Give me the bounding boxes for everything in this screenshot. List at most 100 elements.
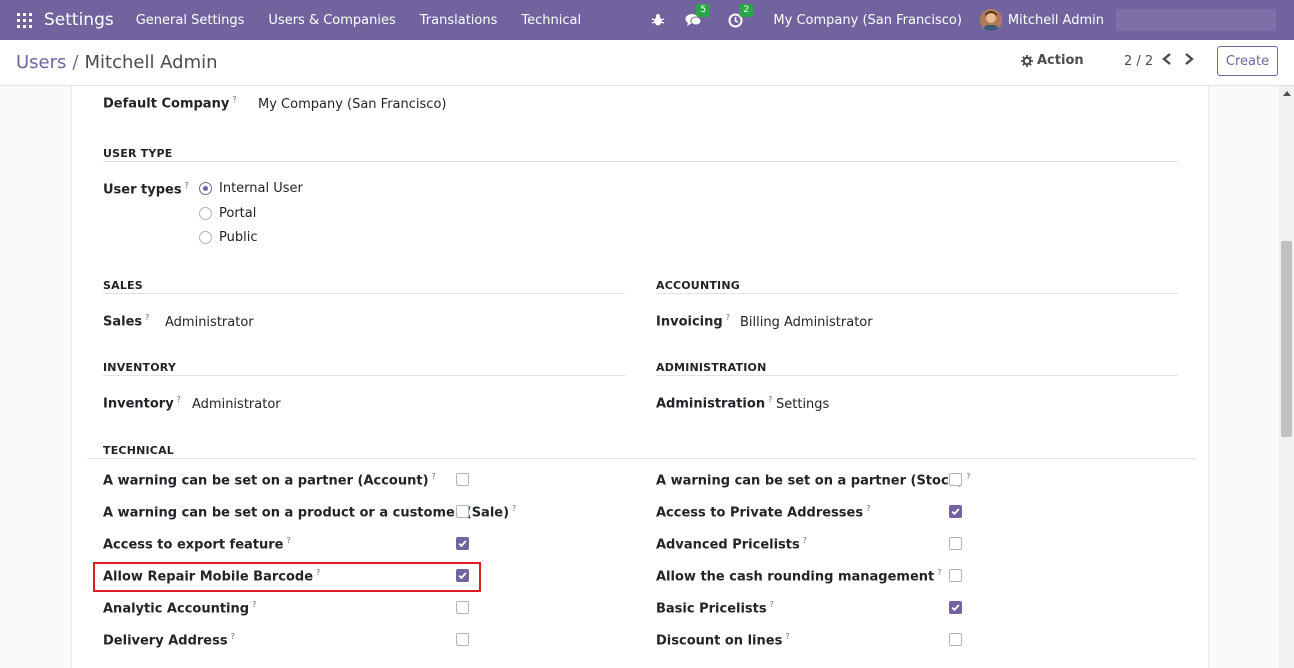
section-technical: TECHNICAL — [103, 444, 174, 457]
section-divider — [656, 375, 1178, 376]
checkbox-private-addresses[interactable] — [949, 505, 962, 518]
radio-button[interactable] — [199, 231, 212, 244]
help-tooltip-icon[interactable]: ? — [185, 181, 189, 190]
technical-option-label: Access to Private Addresses? — [656, 504, 870, 520]
help-tooltip-icon[interactable]: ? — [937, 568, 941, 577]
scrollbar-thumb[interactable] — [1281, 241, 1292, 437]
pager-value[interactable]: 2 / 2 — [1124, 54, 1153, 69]
clock-icon[interactable]: 2 — [728, 3, 754, 28]
sales-value[interactable]: Administrator — [165, 315, 254, 330]
control-panel: Users / Mitchell Admin Action 2 / 2 Create — [0, 40, 1294, 86]
action-button[interactable]: Action — [1021, 53, 1084, 68]
radio-button-selected[interactable] — [199, 182, 212, 195]
option-label-text: Basic Pricelists — [656, 601, 767, 617]
help-tooltip-icon[interactable]: ? — [231, 632, 235, 641]
radio-label: Portal — [219, 206, 257, 221]
navbar-systray: 5 2 My Company (San Francisco) Mitchell … — [651, 0, 1294, 40]
help-tooltip-icon[interactable]: ? — [770, 600, 774, 609]
invoicing-value[interactable]: Billing Administrator — [740, 315, 873, 330]
administration-value[interactable]: Settings — [776, 397, 829, 412]
help-tooltip-icon[interactable]: ? — [252, 600, 256, 609]
app-brand[interactable]: Settings — [44, 10, 114, 30]
checkbox-analytic-accounting[interactable] — [456, 601, 469, 614]
default-company-value[interactable]: My Company (San Francisco) — [258, 97, 446, 112]
help-tooltip-icon[interactable]: ? — [726, 313, 730, 322]
apps-menu-icon[interactable] — [17, 12, 32, 28]
checkbox-cash-rounding[interactable] — [949, 569, 962, 582]
check-icon — [951, 604, 960, 612]
checkbox-access-export[interactable] — [456, 537, 469, 550]
default-company-label: Default Company? — [103, 95, 237, 111]
administration-label-text: Administration — [656, 396, 766, 412]
technical-option-label: Allow the cash rounding management? — [656, 568, 942, 584]
help-tooltip-icon[interactable]: ? — [785, 632, 789, 641]
chevron-right-icon[interactable] — [1183, 52, 1195, 70]
radio-internal-user[interactable]: Internal User — [199, 181, 303, 196]
user-name: Mitchell Admin — [1007, 12, 1104, 28]
technical-option-label: A warning can be set on a partner (Accou… — [103, 472, 436, 488]
help-tooltip-icon[interactable]: ? — [966, 472, 970, 481]
option-label-text: A warning can be set on a partner (Accou… — [103, 473, 429, 489]
invoicing-label: Invoicing? — [656, 313, 730, 329]
help-tooltip-icon[interactable]: ? — [287, 536, 291, 545]
help-tooltip-icon[interactable]: ? — [432, 472, 436, 481]
option-label-text: A warning can be set on a partner (Stock… — [656, 473, 964, 489]
technical-option-label: A warning can be set on a partner (Stock… — [656, 472, 971, 488]
breadcrumb-users[interactable]: Users — [16, 52, 66, 73]
help-tooltip-icon[interactable]: ? — [232, 95, 236, 104]
scroll-up-arrow-icon[interactable] — [1279, 90, 1294, 100]
radio-portal[interactable]: Portal — [199, 206, 256, 221]
check-icon — [458, 572, 467, 580]
page-scrollbar[interactable] — [1279, 86, 1294, 668]
activity-badge: 2 — [739, 3, 754, 17]
menu-general-settings[interactable]: General Settings — [124, 13, 257, 28]
section-divider — [103, 375, 625, 376]
company-switcher[interactable]: My Company (San Francisco) — [773, 13, 961, 28]
help-tooltip-icon[interactable]: ? — [803, 536, 807, 545]
chevron-left-icon[interactable] — [1161, 52, 1173, 70]
option-label-text: Delivery Address — [103, 633, 228, 649]
help-tooltip-icon[interactable]: ? — [866, 504, 870, 513]
option-label-text: Analytic Accounting — [103, 601, 250, 617]
action-label: Action — [1037, 53, 1084, 68]
option-label-text: Allow the cash rounding management — [656, 569, 935, 585]
section-inventory: INVENTORY — [103, 361, 177, 374]
menu-users-companies[interactable]: Users & Companies — [256, 13, 407, 28]
sales-label: Sales? — [103, 313, 149, 329]
inventory-value[interactable]: Administrator — [192, 397, 281, 412]
section-divider — [103, 161, 1178, 162]
user-types-label: User types? — [103, 181, 189, 197]
help-tooltip-icon[interactable]: ? — [177, 395, 181, 404]
technical-option-label: Delivery Address? — [103, 632, 235, 648]
form-sheet: Default Company? My Company (San Francis… — [71, 86, 1209, 668]
menu-technical[interactable]: Technical — [509, 13, 593, 28]
checkbox-discount-lines[interactable] — [949, 633, 962, 646]
option-label-text: A warning can be set on a product or a c… — [103, 505, 510, 521]
help-tooltip-icon[interactable]: ? — [145, 313, 149, 322]
checkbox-basic-pricelists[interactable] — [949, 601, 962, 614]
checkbox-warning-partner-stock[interactable] — [949, 473, 962, 486]
radio-public[interactable]: Public — [199, 230, 257, 245]
technical-option-label: Advanced Pricelists? — [656, 536, 807, 552]
checkbox-advanced-pricelists[interactable] — [949, 537, 962, 550]
bug-icon[interactable] — [651, 13, 665, 27]
checkbox-warning-partner-account[interactable] — [456, 473, 469, 486]
create-button[interactable]: Create — [1217, 46, 1278, 76]
invoicing-label-text: Invoicing — [656, 314, 723, 330]
help-tooltip-icon[interactable]: ? — [316, 568, 320, 577]
user-menu[interactable]: Mitchell Admin — [979, 9, 1104, 31]
chat-icon[interactable]: 5 — [685, 4, 711, 27]
menu-translations[interactable]: Translations — [408, 13, 510, 28]
technical-option-label: Access to export feature? — [103, 536, 291, 552]
technical-option-label: A warning can be set on a product or a c… — [103, 504, 516, 520]
radio-button[interactable] — [199, 207, 212, 220]
checkbox-repair-mobile-barcode[interactable] — [456, 569, 469, 582]
help-tooltip-icon[interactable]: ? — [512, 504, 516, 513]
section-user-type: USER TYPE — [103, 147, 173, 160]
breadcrumb-separator: / — [72, 52, 79, 73]
chat-badge: 5 — [696, 4, 711, 17]
top-menu: General Settings Users & Companies Trans… — [124, 13, 593, 28]
checkbox-delivery-address[interactable] — [456, 633, 469, 646]
checkbox-warning-product-sale[interactable] — [456, 505, 469, 518]
help-tooltip-icon[interactable]: ? — [768, 395, 772, 404]
